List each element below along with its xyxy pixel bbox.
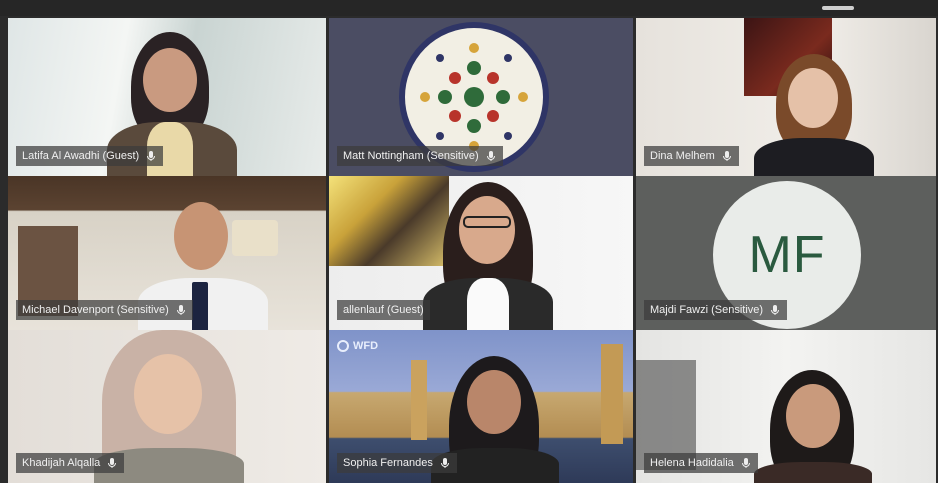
video-tile[interactable]: allenlauf (Guest) xyxy=(329,176,633,330)
microphone-icon xyxy=(722,151,731,161)
video-grid: Latifa Al Awadhi (Guest) Matt Nottingham… xyxy=(8,18,936,483)
video-tile[interactable]: Latifa Al Awadhi (Guest) xyxy=(8,18,326,176)
participant-name-label: Helena Hadidalia xyxy=(644,453,758,473)
participant-name-label: Majdi Fawzi (Sensitive) xyxy=(644,300,788,320)
microphone-icon xyxy=(486,151,495,161)
big-ben-tower xyxy=(601,344,623,444)
microphone-icon xyxy=(741,458,750,468)
microphone-icon xyxy=(147,151,156,161)
participant-name: Sophia Fernandes xyxy=(343,457,433,469)
participant-name: Latifa Al Awadhi (Guest) xyxy=(22,150,140,162)
video-tile[interactable]: WFD Sophia Fernandes xyxy=(329,330,633,483)
participant-name-label: allenlauf (Guest) xyxy=(337,300,430,320)
drag-handle[interactable] xyxy=(822,6,854,10)
microphone-icon xyxy=(440,458,449,468)
video-tile[interactable]: Helena Hadidalia xyxy=(636,330,936,483)
participant-video xyxy=(754,54,874,176)
logo-mark-icon xyxy=(337,340,349,352)
participant-name-label: Latifa Al Awadhi (Guest) xyxy=(16,146,164,166)
participant-video xyxy=(748,370,878,483)
video-tile[interactable]: MF Majdi Fawzi (Sensitive) xyxy=(636,176,936,330)
participant-name-label: Sophia Fernandes xyxy=(337,453,457,473)
organization-logo: WFD xyxy=(337,340,378,352)
participant-name-label: Dina Melhem xyxy=(644,146,739,166)
video-tile[interactable]: Dina Melhem xyxy=(636,18,936,176)
top-toolbar xyxy=(0,0,938,16)
video-tile[interactable]: Michael Davenport (Sensitive) xyxy=(8,176,326,330)
participant-name: Majdi Fawzi (Sensitive) xyxy=(650,304,764,316)
participant-name-label: Khadijah Alqalla xyxy=(16,453,125,473)
microphone-icon xyxy=(176,305,185,315)
logo-text: WFD xyxy=(353,340,379,352)
microphone-icon xyxy=(108,458,117,468)
participant-name: Dina Melhem xyxy=(650,150,715,162)
eyeglasses xyxy=(463,216,511,228)
participant-name: Helena Hadidalia xyxy=(650,457,734,469)
participant-name-label: Matt Nottingham (Sensitive) xyxy=(337,146,503,166)
participant-name: Michael Davenport (Sensitive) xyxy=(22,304,169,316)
participant-name: allenlauf (Guest) xyxy=(343,304,424,316)
video-tile[interactable]: Khadijah Alqalla xyxy=(8,330,326,483)
participant-name: Matt Nottingham (Sensitive) xyxy=(343,150,479,162)
avatar-initials: MF xyxy=(748,226,826,284)
participant-name-label: Michael Davenport (Sensitive) xyxy=(16,300,193,320)
participant-name: Khadijah Alqalla xyxy=(22,457,101,469)
microphone-icon xyxy=(771,305,780,315)
participant-video xyxy=(413,182,563,330)
video-tile[interactable]: Matt Nottingham (Sensitive) xyxy=(329,18,633,176)
